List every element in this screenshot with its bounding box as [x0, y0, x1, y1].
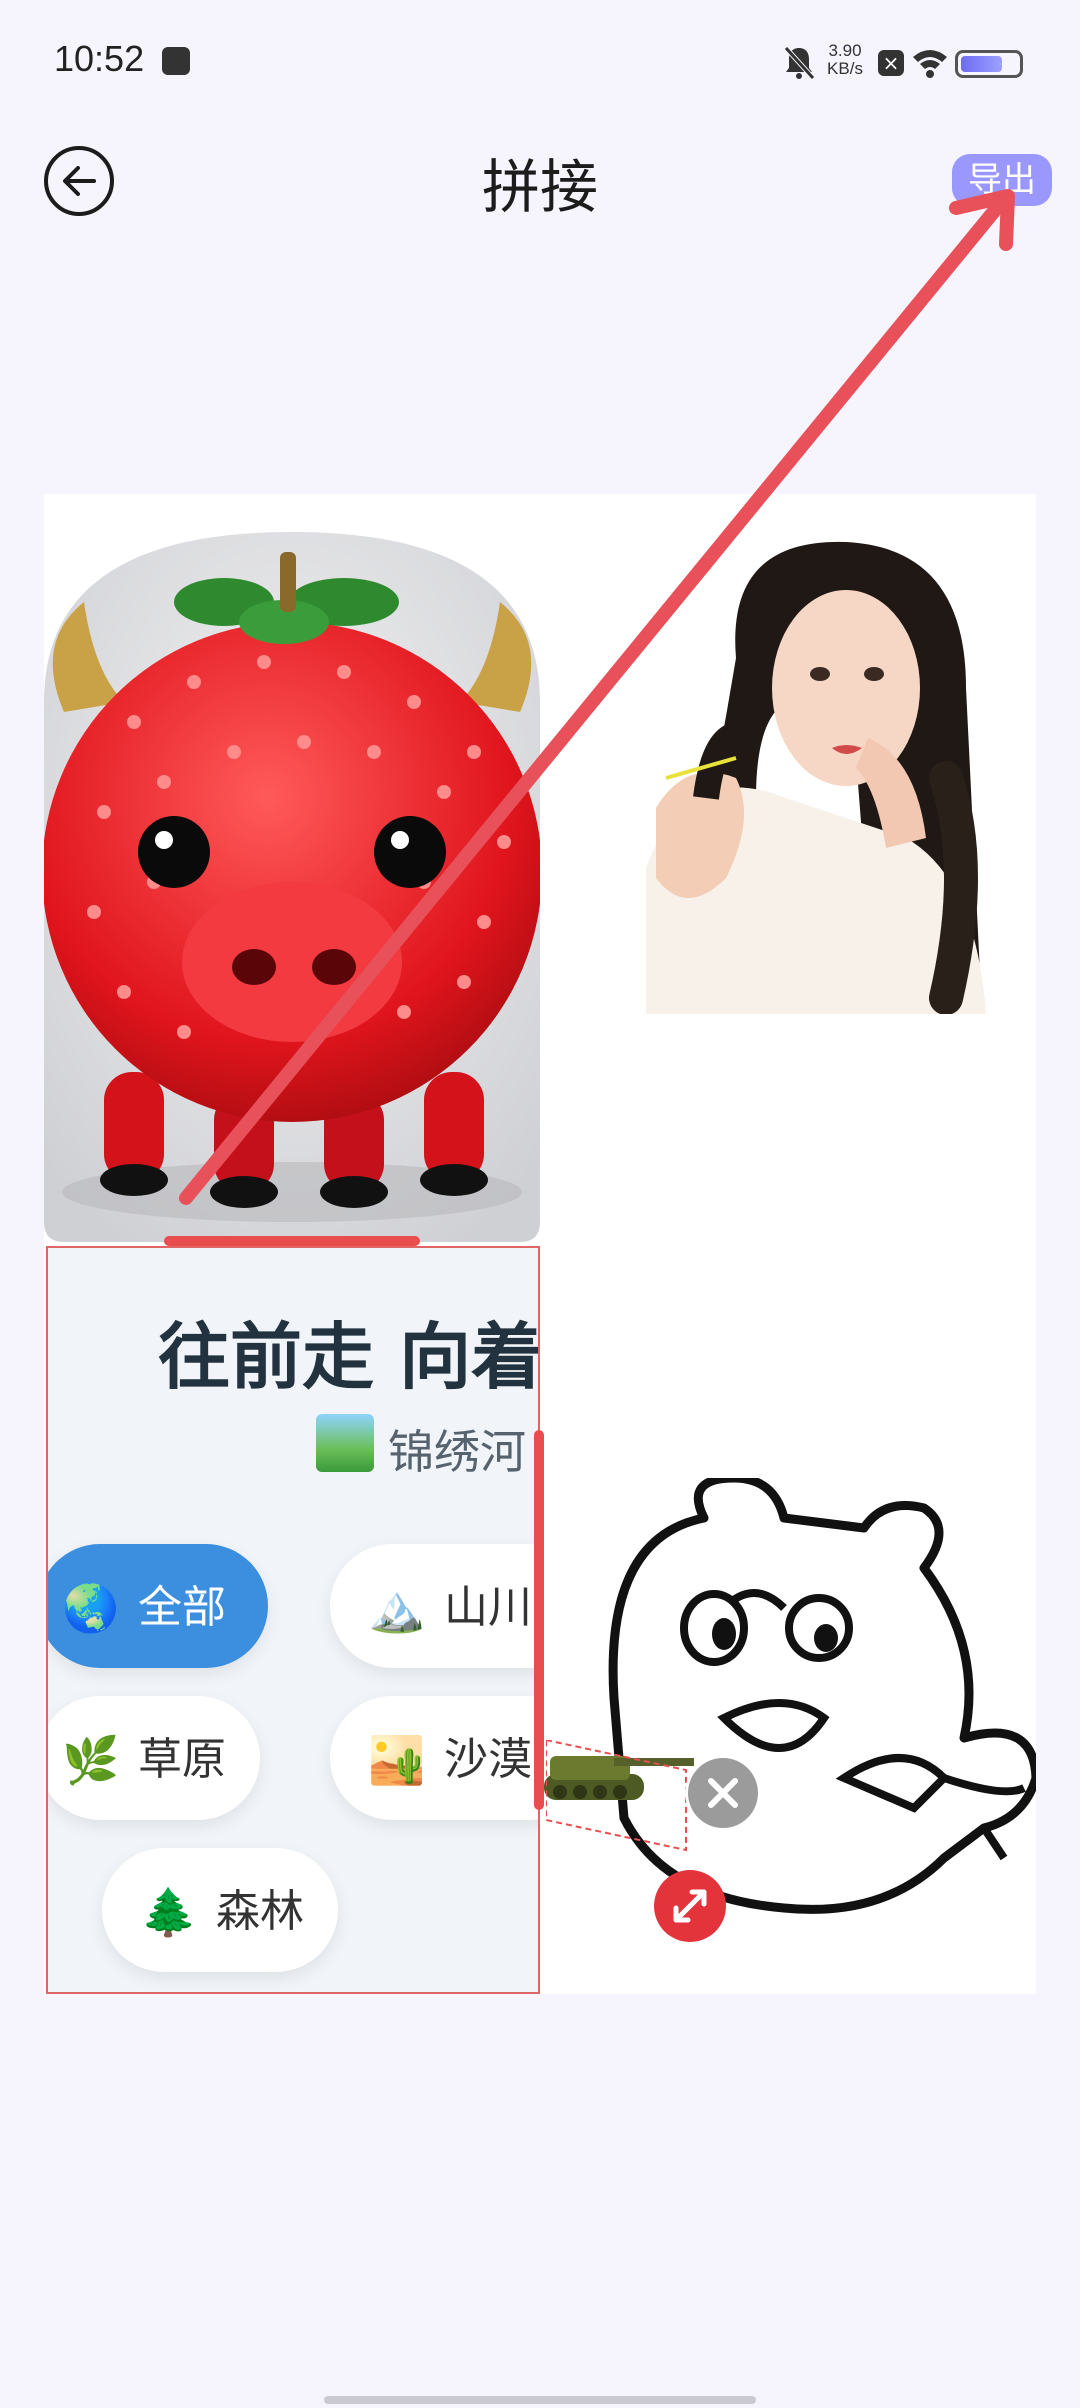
- chip-desert[interactable]: 🏜️ 沙漠: [330, 1696, 538, 1820]
- chip-mountain[interactable]: 🏔️ 山川: [330, 1544, 538, 1668]
- wifi-icon: [913, 50, 947, 78]
- mountain-icon: 🏔️: [368, 1581, 426, 1635]
- network-speed-value: 3.90: [828, 41, 862, 60]
- sticker-headline: 往前走 向着: [158, 1315, 540, 1399]
- message-notification-icon: [162, 47, 190, 75]
- selection-frame: [546, 1740, 687, 1852]
- selection-edge-handle[interactable]: [534, 1430, 544, 1810]
- battery-icon: [955, 50, 1023, 78]
- chip-all-label: 全部: [138, 1582, 226, 1633]
- app-screenshot-sticker[interactable]: 往前走 向着 锦绣河 🌏 全部 🏔️ 山川 🌿 草原 🏜️ 沙漠 🌲 森林: [46, 1246, 540, 1994]
- close-notification-icon: ×: [878, 50, 904, 76]
- bell-muted-icon: [784, 46, 815, 80]
- status-time: 10:52: [54, 38, 145, 79]
- chip-grassland[interactable]: 🌿 草原: [48, 1696, 260, 1820]
- desert-icon: 🏜️: [368, 1733, 426, 1787]
- chip-desert-label: 沙漠: [444, 1734, 532, 1785]
- network-speed: 3.90 KB/s: [822, 42, 868, 78]
- landscape-icon: [316, 1414, 374, 1472]
- close-icon: [708, 1778, 738, 1808]
- portrait-photo-image[interactable]: [646, 538, 1002, 1014]
- chip-forest[interactable]: 🌲 森林: [102, 1848, 338, 1972]
- globe-icon: 🌏: [62, 1581, 120, 1635]
- selection-underline: [164, 1236, 420, 1246]
- home-indicator[interactable]: [324, 2396, 756, 2404]
- resize-handle[interactable]: [654, 1870, 726, 1942]
- strawberry-cow-image[interactable]: [44, 532, 540, 1242]
- tree-icon: 🌲: [140, 1885, 198, 1939]
- sticker-subtitle: 锦绣河: [388, 1425, 526, 1479]
- bear-meme-image[interactable]: [584, 1478, 1036, 1938]
- chip-all[interactable]: 🌏 全部: [48, 1544, 268, 1668]
- close-handle[interactable]: [688, 1758, 758, 1828]
- herb-icon: 🌿: [62, 1733, 120, 1787]
- chip-forest-label: 森林: [216, 1886, 304, 1937]
- chip-mountain-label: 山川: [444, 1582, 532, 1633]
- resize-icon: [673, 1889, 707, 1923]
- page-title: 拼接: [481, 153, 598, 221]
- battery-level-fill: [961, 56, 1002, 72]
- network-speed-unit: KB/s: [827, 59, 863, 78]
- export-button[interactable]: 导出: [952, 154, 1052, 206]
- chip-grassland-label: 草原: [138, 1734, 226, 1785]
